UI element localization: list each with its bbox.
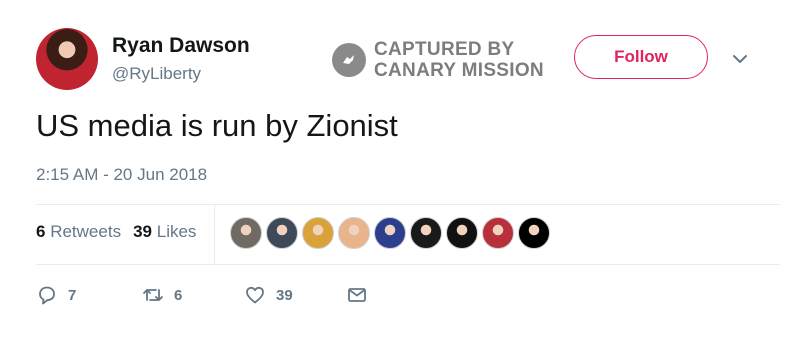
tweet-stats: 6 Retweets 39 Likes <box>36 222 196 242</box>
retweet-icon <box>143 289 163 301</box>
follow-button[interactable]: Follow <box>574 35 708 79</box>
liker-avatar[interactable] <box>230 217 262 249</box>
canary-mission-watermark: CAPTURED BY CANARY MISSION <box>332 38 544 82</box>
user-handle[interactable]: @RyLiberty <box>112 64 201 84</box>
like-count: 39 <box>276 286 293 304</box>
liker-avatars <box>230 217 550 249</box>
reply-count: 7 <box>68 286 77 304</box>
divider <box>36 264 780 265</box>
liker-avatar[interactable] <box>266 217 298 249</box>
retweet-count: 6 <box>174 286 183 304</box>
retweet-button[interactable]: 6 <box>142 284 182 306</box>
user-name[interactable]: Ryan Dawson <box>112 34 250 58</box>
like-button[interactable]: 39 <box>244 284 293 306</box>
liker-avatar[interactable] <box>302 217 334 249</box>
retweets-count: 6 <box>36 222 46 241</box>
likes-count: 39 <box>133 222 152 241</box>
liker-avatar[interactable] <box>338 217 370 249</box>
direct-message-button[interactable] <box>346 284 368 306</box>
liker-avatar[interactable] <box>374 217 406 249</box>
liker-avatar[interactable] <box>518 217 550 249</box>
liker-avatar[interactable] <box>410 217 442 249</box>
chevron-down-icon[interactable] <box>730 52 750 66</box>
liker-avatar[interactable] <box>446 217 478 249</box>
retweets-label: Retweets <box>50 222 122 241</box>
retweets-stat[interactable]: 6 Retweets <box>36 222 121 242</box>
heart-icon <box>246 286 264 304</box>
tweet-text: US media is run by Zionist <box>36 108 398 143</box>
canary-bird-icon <box>332 43 366 77</box>
reply-icon <box>39 286 55 305</box>
envelope-icon <box>348 288 366 302</box>
watermark-line1: CAPTURED BY <box>374 39 515 60</box>
avatar[interactable] <box>36 28 98 90</box>
likes-stat[interactable]: 39 Likes <box>133 222 196 242</box>
liker-avatar[interactable] <box>482 217 514 249</box>
divider <box>36 204 780 205</box>
reply-button[interactable]: 7 <box>36 284 76 306</box>
likes-label: Likes <box>156 222 197 241</box>
tweet-timestamp[interactable]: 2:15 AM - 20 Jun 2018 <box>36 165 207 185</box>
watermark-line2: CANARY MISSION <box>374 60 544 81</box>
stats-separator <box>214 205 215 264</box>
